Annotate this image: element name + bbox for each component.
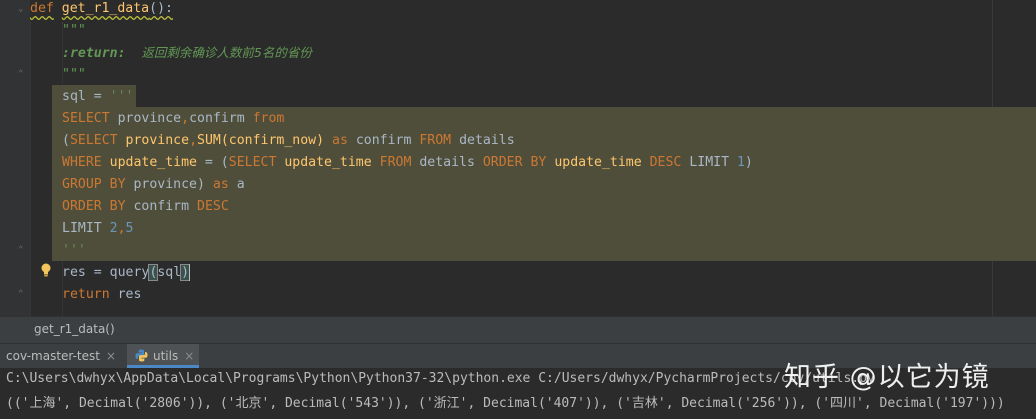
- sql-keyword: from: [252, 111, 285, 126]
- watermark: 知乎 @以它为镜: [784, 362, 990, 393]
- code-line-14[interactable]: return res: [62, 284, 141, 306]
- console-command-line: C:\Users\dwhyx\AppData\Local\Programs\Py…: [6, 371, 875, 386]
- indent-guide: [30, 22, 31, 316]
- code-line-4[interactable]: """: [62, 64, 86, 86]
- sql-keyword: SELECT: [69, 133, 118, 148]
- sql-keyword: FROM: [379, 155, 412, 170]
- code-line-1[interactable]: def get_r1_data():: [30, 0, 173, 20]
- return-keyword: return: [62, 287, 110, 302]
- close-icon[interactable]: ×: [184, 349, 194, 363]
- code-line-6[interactable]: SELECT province,confirm from: [62, 108, 284, 130]
- code-line-7[interactable]: (SELECT province,SUM(confirm_now) as con…: [62, 130, 515, 152]
- docstring-open: """: [62, 23, 86, 38]
- function-paren: ():: [149, 1, 173, 16]
- variable-sql: sql: [62, 89, 86, 104]
- variable-res: res: [109, 287, 142, 302]
- sql-paren: ): [744, 155, 753, 170]
- function-name: get_r1_data: [61, 1, 150, 16]
- breadcrumb[interactable]: get_r1_data(): [0, 316, 1036, 343]
- matched-bracket: ): [180, 264, 191, 281]
- string-open: ''': [109, 89, 134, 104]
- fold-marker-icon[interactable]: ⌃: [18, 290, 26, 299]
- variable-res: res: [62, 265, 86, 280]
- docstring-close: """: [62, 67, 86, 82]
- tab-label: cov-master-test: [6, 349, 100, 363]
- sql-number: 2: [109, 221, 118, 236]
- sql-identifier: details: [451, 133, 515, 148]
- sql-identifier: update_time: [276, 155, 372, 170]
- sql-identifier: (confirm_now): [220, 133, 332, 148]
- code-line-5[interactable]: sql = ''': [62, 86, 133, 108]
- tab-label: utils: [153, 349, 179, 363]
- sql-identifier: update_time: [101, 155, 197, 170]
- sql-keyword: DESC: [197, 199, 229, 214]
- sql-keyword: as: [212, 177, 229, 192]
- sql-number: 5: [125, 221, 134, 236]
- sql-keyword: ORDER BY: [482, 155, 547, 170]
- console-output-line: (('上海', Decimal('2806')), ('北京', Decimal…: [6, 396, 1005, 411]
- code-line-12[interactable]: ''': [62, 240, 86, 262]
- tab-utils[interactable]: utils ×: [127, 344, 199, 368]
- code-line-13[interactable]: res = query(sql): [62, 262, 191, 284]
- sql-identifier: confirm: [125, 199, 197, 214]
- code-line-8[interactable]: WHERE update_time = (SELECT update_time …: [62, 152, 753, 174]
- sql-identifier: province: [117, 133, 190, 148]
- sql-comma: ,: [117, 221, 126, 236]
- code-line-2[interactable]: """: [62, 20, 86, 42]
- lightbulb-icon[interactable]: [40, 263, 52, 277]
- sql-keyword: LIMIT: [62, 221, 110, 236]
- string-close: ''': [62, 243, 86, 258]
- assign-op: =: [85, 265, 110, 280]
- fold-marker-icon[interactable]: ⌃: [18, 246, 26, 255]
- sql-operator: = (: [196, 155, 229, 170]
- code-line-3[interactable]: :return: 返回剩余确诊人数前5名的省份: [62, 42, 312, 64]
- sql-number: 1: [736, 155, 745, 170]
- sql-keyword: GROUP BY: [62, 177, 126, 192]
- code-line-10[interactable]: ORDER BY confirm DESC: [62, 196, 229, 218]
- sql-comma: ,: [189, 133, 198, 148]
- sql-identifier: province: [109, 111, 182, 126]
- sql-identifier: confirm: [347, 133, 420, 148]
- sql-keyword: WHERE: [62, 155, 102, 170]
- sql-keyword: LIMIT: [681, 155, 737, 170]
- code-line-9[interactable]: GROUP BY province) as a: [62, 174, 245, 196]
- sql-identifier: details: [411, 155, 483, 170]
- close-icon[interactable]: ×: [106, 349, 116, 363]
- tab-cov-master-test[interactable]: cov-master-test ×: [6, 344, 121, 368]
- docstring-return-tag: :return:: [62, 46, 126, 61]
- sql-function: SUM: [197, 133, 221, 148]
- sql-identifier: confirm: [189, 111, 253, 126]
- sql-keyword: FROM: [419, 133, 452, 148]
- breadcrumb-function[interactable]: get_r1_data(): [34, 322, 115, 336]
- sql-comma: ,: [181, 111, 190, 126]
- assign-op: =: [85, 89, 110, 104]
- sql-space: [372, 155, 380, 170]
- function-call: query: [109, 265, 150, 280]
- sql-keyword: as: [332, 133, 348, 148]
- sql-identifier: province): [125, 177, 213, 192]
- text-caret: [189, 264, 190, 281]
- argument-sql: sql: [157, 265, 182, 280]
- code-line-11[interactable]: LIMIT 2,5: [62, 218, 134, 240]
- sql-keyword: SELECT: [228, 155, 277, 170]
- sql-paren: (: [62, 133, 70, 148]
- sql-identifier: a: [228, 177, 245, 192]
- code-editor[interactable]: ⌄ ⌃ ⌃ ⌃ def get_r1_data(): """ :return: …: [0, 0, 1036, 316]
- sql-keyword: DESC: [649, 155, 682, 170]
- sql-keyword: SELECT: [62, 111, 110, 126]
- fold-marker-icon[interactable]: ⌃: [18, 70, 26, 79]
- fold-marker-icon[interactable]: ⌄: [18, 5, 26, 14]
- def-keyword: def: [30, 1, 54, 16]
- sql-identifier: update_time: [546, 155, 650, 170]
- sql-keyword: ORDER BY: [62, 199, 126, 214]
- editor-gutter[interactable]: [0, 0, 30, 316]
- docstring-text: 返回剩余确诊人数前5名的省份: [141, 45, 312, 60]
- python-icon: [135, 349, 148, 362]
